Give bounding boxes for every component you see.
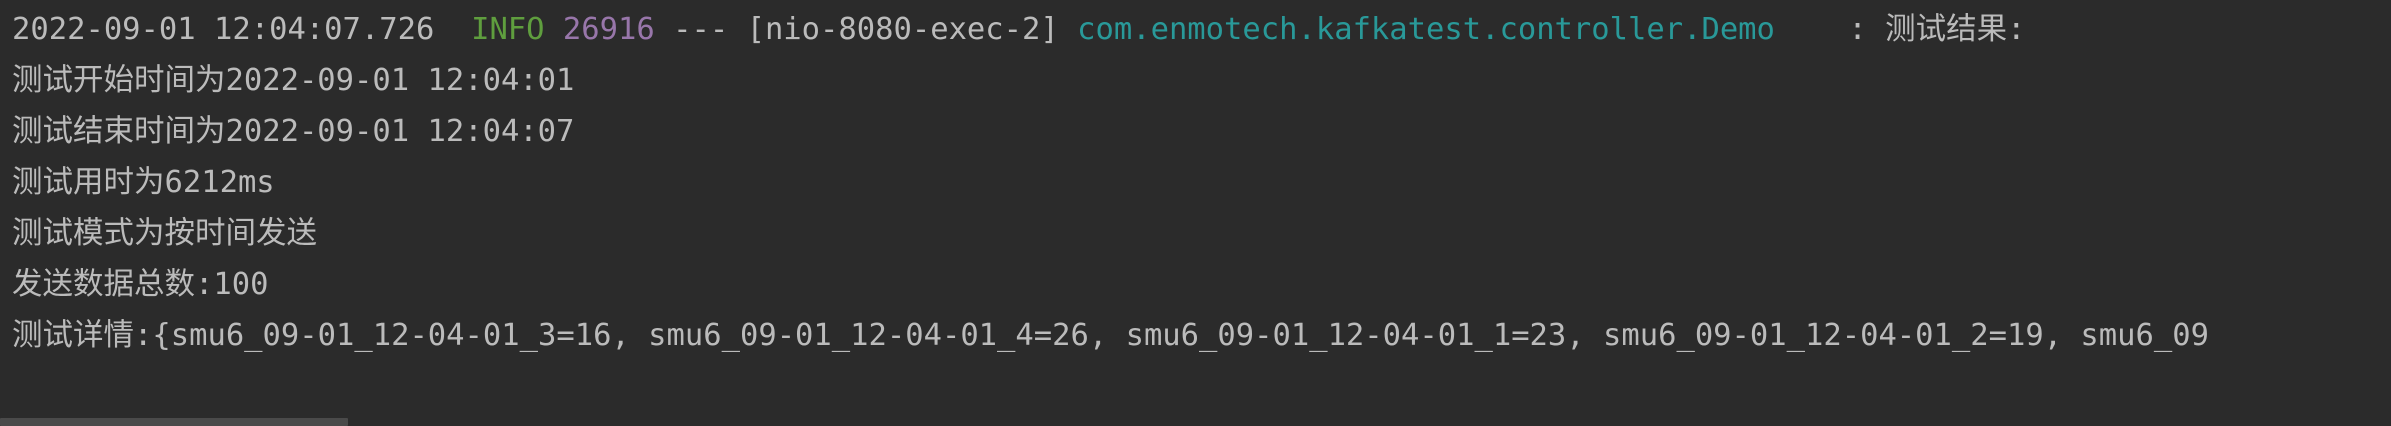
log-line-start-time: 测试开始时间为2022-09-01 12:04:01 bbox=[12, 63, 575, 98]
log-timestamp: 2022-09-01 12:04:07.726 bbox=[12, 12, 435, 47]
log-pid: 26916 bbox=[562, 12, 655, 47]
log-message: : 测试结果: bbox=[1848, 12, 2026, 47]
log-thread: [nio-8080-exec-2] bbox=[746, 12, 1059, 47]
horizontal-scrollbar-thumb[interactable] bbox=[0, 418, 348, 426]
log-line-mode: 测试模式为按时间发送 bbox=[12, 216, 317, 251]
console-output[interactable]: 2022-09-01 12:04:07.726 INFO 26916 --- [… bbox=[0, 0, 2391, 426]
log-line-end-time: 测试结束时间为2022-09-01 12:04:07 bbox=[12, 114, 575, 149]
horizontal-scrollbar[interactable] bbox=[0, 416, 2391, 426]
log-logger-link[interactable]: com.enmotech.kafkatest.controller.Demo bbox=[1077, 12, 1775, 47]
log-header-line: 2022-09-01 12:04:07.726 INFO 26916 --- [… bbox=[12, 4, 2025, 55]
log-line-duration: 测试用时为6212ms bbox=[12, 165, 275, 200]
log-level: INFO bbox=[471, 12, 545, 47]
log-line-total: 发送数据总数:100 bbox=[12, 267, 269, 302]
log-separator: --- bbox=[673, 12, 729, 47]
log-line-details: 测试详情:{smu6_09-01_12-04-01_3=16, smu6_09-… bbox=[12, 318, 2209, 353]
